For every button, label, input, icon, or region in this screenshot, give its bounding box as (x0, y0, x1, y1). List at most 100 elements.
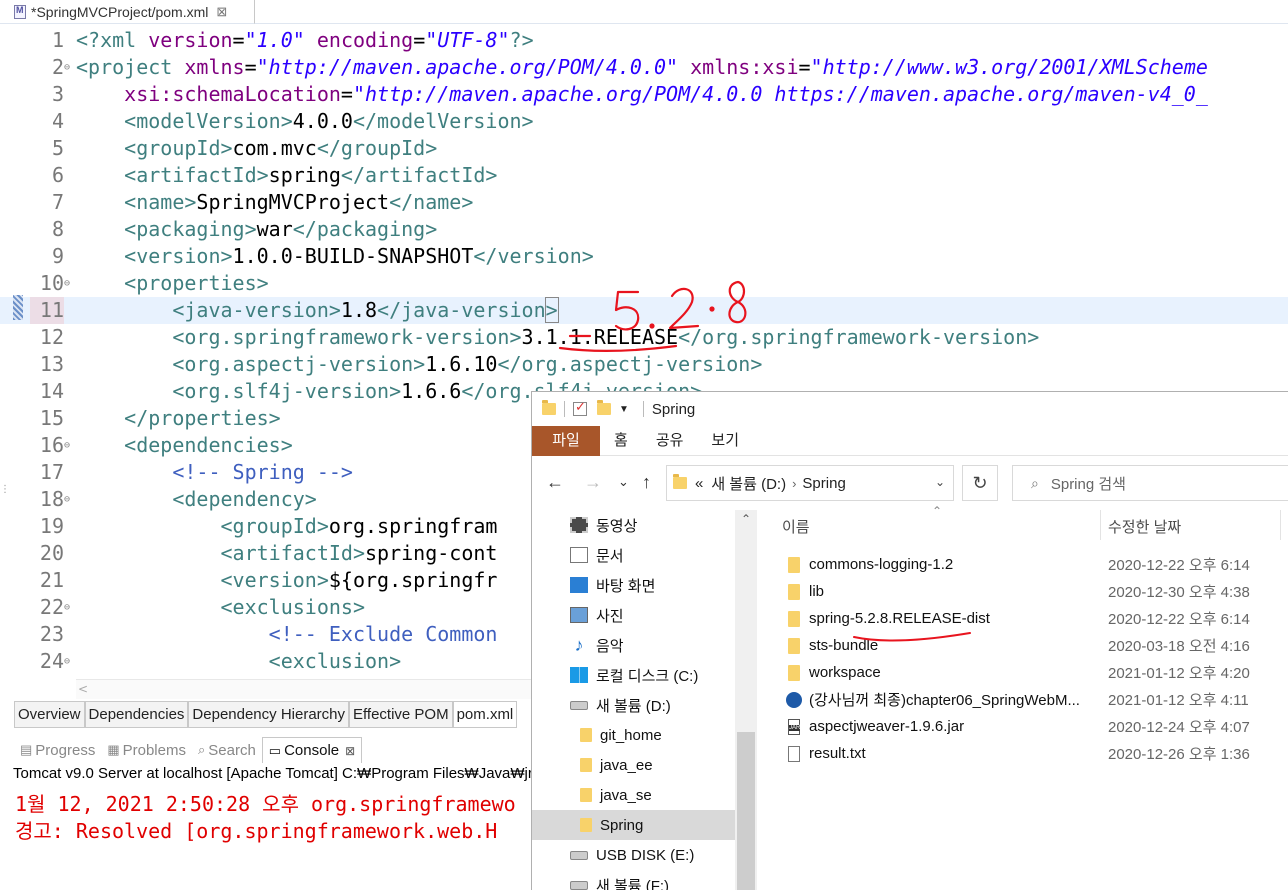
tab-console[interactable]: ▭ Console ⊠ (261, 737, 363, 763)
fold-toggle-icon[interactable]: ⊖ (64, 648, 70, 675)
tab-problems[interactable]: ▦ Problems (101, 737, 192, 763)
scrollbar-thumb[interactable] (737, 732, 755, 890)
ribbon-tabs: 파일 홈 공유 보기 (532, 425, 1288, 456)
code-token: 4.0.0 (292, 109, 353, 133)
code-token: <exclusion> (268, 649, 402, 673)
scroll-left-icon[interactable]: < (78, 682, 88, 696)
new-folder-icon[interactable] (597, 400, 611, 415)
code-line[interactable]: 1 <?xml version="1.0" encoding="UTF-8"?> (0, 27, 1288, 54)
fold-toggle-icon[interactable]: ⊖ (64, 486, 70, 513)
folder-icon (788, 583, 800, 600)
properties-icon[interactable] (573, 399, 587, 416)
breadcrumb-drive[interactable]: 새 볼륨 (D:) (711, 473, 786, 494)
file-row[interactable]: commons-logging-1.2 2020-12-22 오후 6:14 (772, 551, 1288, 578)
refresh-button[interactable]: ↻ (962, 465, 998, 501)
pom-tab-pom-xml[interactable]: pom.xml (452, 702, 518, 728)
fold-toggle-icon[interactable]: ⊖ (64, 432, 70, 459)
nav-item-label: 사진 (596, 607, 624, 625)
column-header-name[interactable]: 이름 (782, 516, 810, 537)
nav-pane-scrollbar[interactable]: ⌃ (735, 510, 757, 890)
ribbon-tab-0[interactable]: 파일 (532, 425, 600, 456)
code-line[interactable]: 2 ⊖ <project xmlns="http://maven.apache.or… (0, 54, 1288, 81)
close-icon[interactable]: ⊠ (216, 4, 227, 20)
code-text: xsi:schemaLocation="http://maven.apache.… (76, 81, 1208, 108)
column-divider[interactable] (1280, 510, 1281, 540)
ribbon-tab-3[interactable]: 보기 (697, 426, 753, 456)
tab-progress[interactable]: ▤ Progress (14, 737, 101, 763)
pom-tab-dependency-hierarchy[interactable]: Dependency Hierarchy (188, 702, 349, 728)
code-line[interactable]: 4 <modelVersion>4.0.0</modelVersion> (0, 108, 1288, 135)
zip-archive-icon (786, 691, 802, 708)
folder-icon (788, 637, 800, 654)
forward-icon[interactable]: → (584, 472, 602, 493)
back-icon[interactable]: ← (546, 472, 564, 493)
pom-tab-dependencies[interactable]: Dependencies (84, 702, 189, 728)
nav-item[interactable]: 바탕 화면 (532, 570, 735, 600)
nav-item[interactable]: java_se (532, 780, 735, 810)
close-icon[interactable]: ⊠ (345, 744, 355, 758)
file-name: result.txt (809, 745, 866, 762)
ribbon-tab-2[interactable]: 공유 (642, 426, 698, 456)
nav-item[interactable]: git_home (532, 720, 735, 750)
pom-tab-overview[interactable]: Overview (14, 702, 85, 728)
recent-locations-icon[interactable]: ⌄ (618, 474, 629, 490)
address-overflow[interactable]: « (695, 475, 703, 492)
file-row[interactable]: spring-5.2.8.RELEASE-dist 2020-12-22 오후 6… (772, 605, 1288, 632)
code-line[interactable]: 8 <packaging>war</packaging> (0, 216, 1288, 243)
code-token: ?> (509, 28, 534, 52)
ribbon-tab-1[interactable]: 홈 (600, 426, 642, 456)
file-row[interactable]: result.txt 2020-12-26 오후 1:36 (772, 740, 1288, 767)
editor-tab-strip (255, 0, 1288, 24)
file-date: 2020-12-24 오후 4:07 (1108, 719, 1250, 736)
code-text: <dependencies> (76, 432, 293, 459)
file-row[interactable]: lib 2020-12-30 오후 4:38 (772, 578, 1288, 605)
code-line[interactable]: 6 <artifactId>spring</artifactId> (0, 162, 1288, 189)
editor-tab-pom[interactable]: *SpringMVCProject/pom.xml ⊠ (0, 0, 255, 24)
chevron-down-icon[interactable]: ⌄ (935, 475, 945, 489)
editor-horizontal-scrollbar[interactable]: < (76, 679, 531, 699)
code-line[interactable]: 5 <groupId>com.mvc</groupId> (0, 135, 1288, 162)
scroll-up-icon[interactable]: ⌃ (741, 512, 751, 526)
code-token: = (244, 55, 257, 79)
pom-tab-effective-pom[interactable]: Effective POM (349, 702, 453, 728)
file-row[interactable]: aspectjweaver-1.9.6.jar 2020-12-24 오후 4:0… (772, 713, 1288, 740)
quick-access-dropdown-icon[interactable]: ▼ (619, 404, 629, 415)
nav-item[interactable]: 문서 (532, 540, 735, 570)
nav-item[interactable]: Spring (532, 810, 735, 840)
address-bar[interactable]: « 새 볼륨 (D:) › Spring ⌄ (666, 465, 954, 501)
breadcrumb-spring[interactable]: Spring (802, 475, 845, 492)
nav-item[interactable]: USB DISK (E:) (532, 840, 735, 870)
nav-item[interactable]: 동영상 (532, 510, 735, 540)
fold-toggle-icon[interactable]: ⊖ (64, 54, 70, 81)
folder-icon (580, 788, 592, 802)
file-row[interactable]: sts-bundle 2020-03-18 오전 4:16 (772, 632, 1288, 659)
folder-icon (542, 400, 556, 415)
file-row[interactable]: (강사님꺼 최종)chapter06_SpringWebM... 2021-01-… (772, 686, 1288, 713)
nav-item[interactable]: 새 볼륨 (F:) (532, 870, 735, 890)
tab-search[interactable]: ⌕ Search (192, 737, 262, 763)
code-line[interactable]: 7 <name>SpringMVCProject</name> (0, 189, 1288, 216)
nav-item[interactable]: java_ee (532, 750, 735, 780)
column-divider[interactable] (1100, 510, 1101, 540)
search-input[interactable]: ⌕ Spring 검색 (1012, 465, 1288, 501)
console-title: Tomcat v9.0 Server at localhost [Apache … (13, 765, 542, 782)
code-token: <packaging> (124, 217, 257, 241)
drive-icon (570, 880, 588, 890)
code-line[interactable]: 3 xsi:schemaLocation="http://maven.apach… (0, 81, 1288, 108)
column-header-date[interactable]: 수정한 날짜 (1108, 516, 1181, 537)
file-date: 2021-01-12 오후 4:20 (1108, 665, 1250, 682)
code-line[interactable]: 9 <version>1.0.0-BUILD-SNAPSHOT</version… (0, 243, 1288, 270)
line-number: 6 (51, 163, 64, 187)
nav-item[interactable]: 로컬 디스크 (C:) (532, 660, 735, 690)
sash-handle[interactable]: ⋮ (0, 484, 10, 495)
up-icon[interactable]: ↑ (642, 472, 651, 493)
nav-item[interactable]: 사진 (532, 600, 735, 630)
fold-toggle-icon[interactable]: ⊖ (64, 594, 70, 621)
nav-item[interactable]: 새 볼륨 (D:) (532, 690, 735, 720)
file-row[interactable]: workspace 2021-01-12 오후 4:20 (772, 659, 1288, 686)
nav-item[interactable]: ♪ 음악 (532, 630, 735, 660)
line-number: 15 (39, 406, 64, 430)
fold-toggle-icon[interactable]: ⊖ (64, 270, 70, 297)
code-token: spring-cont (365, 541, 498, 565)
